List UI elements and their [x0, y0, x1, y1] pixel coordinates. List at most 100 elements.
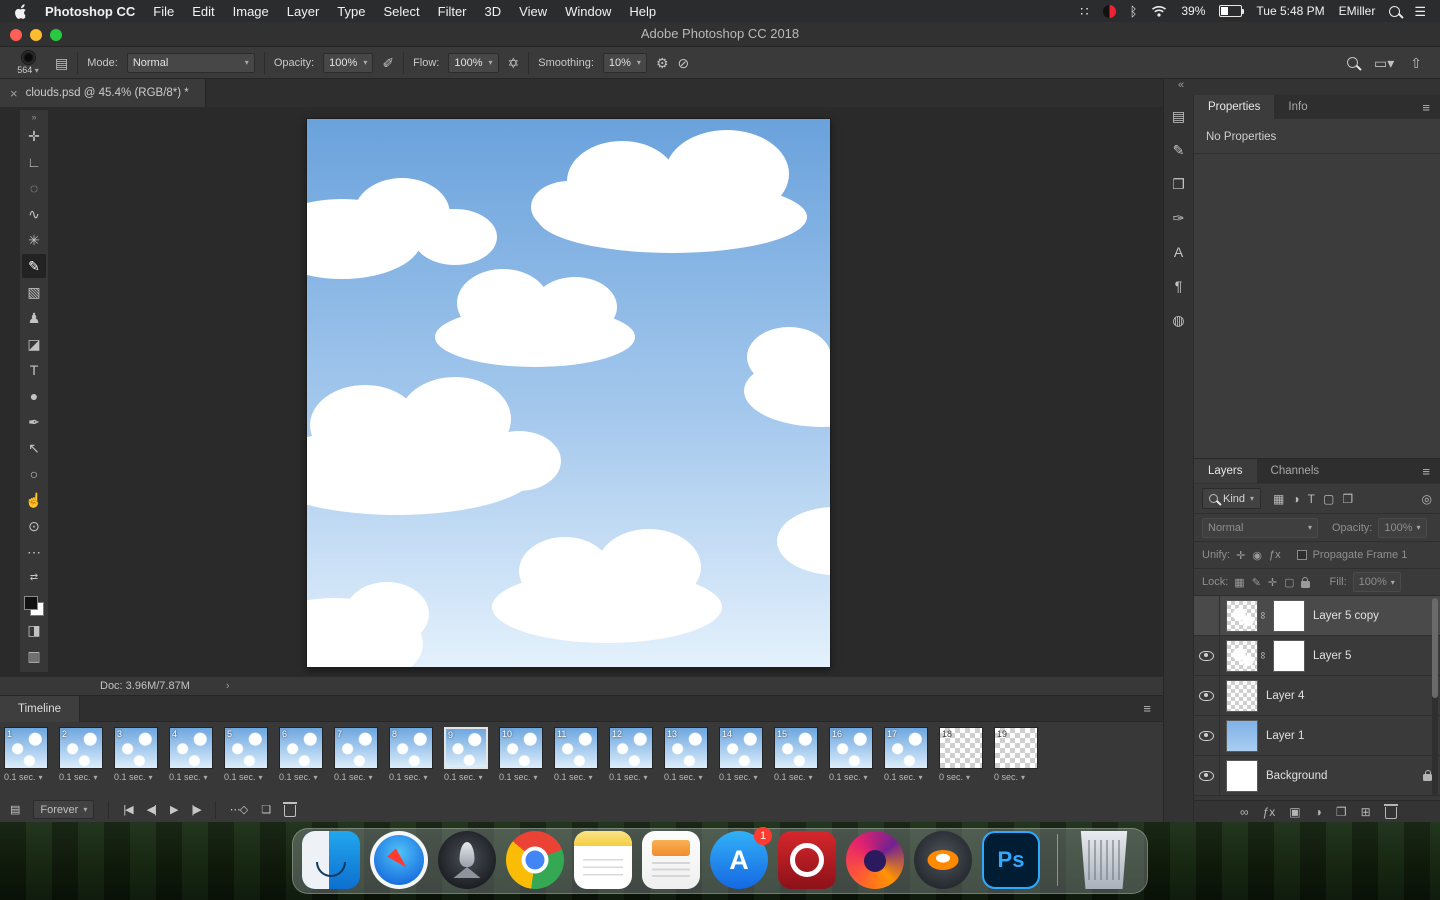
menu-layer[interactable]: Layer [287, 4, 320, 19]
lock-artboard-icon[interactable]: ▢ [1284, 576, 1294, 589]
lasso-tool-button[interactable]: ∿ [22, 202, 46, 226]
layers-scrollbar[interactable] [1432, 598, 1438, 796]
tab-properties[interactable]: Properties [1194, 95, 1275, 119]
propagate-frame-checkbox[interactable] [1296, 550, 1307, 560]
frame-duration-select[interactable]: 0.1 sec. ▾ [719, 772, 774, 782]
menu-3d[interactable]: 3D [485, 4, 502, 19]
frame-duration-select[interactable]: 0 sec. ▾ [939, 772, 994, 782]
share-icon[interactable]: ⇧ [1410, 56, 1422, 70]
eraser-tool-button[interactable]: ◪ [22, 332, 46, 356]
duplicate-frame-icon[interactable]: ❏ [261, 803, 271, 816]
new-layer-icon[interactable]: ⊞ [1361, 806, 1371, 818]
tab-channels[interactable]: Channels [1257, 459, 1334, 483]
adjustment-layer-icon[interactable]: ◑ [1315, 806, 1322, 818]
brush-preset-picker[interactable]: 564 ▾ [10, 50, 46, 75]
search-icon[interactable] [1347, 57, 1358, 68]
next-frame-button[interactable]: |▶ [191, 803, 201, 816]
layer-thumbnail[interactable] [1226, 759, 1258, 792]
layer-opacity-field[interactable]: 100% ▾ [1378, 517, 1427, 538]
lock-all-icon[interactable] [1300, 576, 1310, 588]
foreground-color-swatch[interactable] [24, 596, 38, 610]
layer-style-icon[interactable]: ƒx [1263, 806, 1276, 818]
timeline-frame[interactable]: 2 0.1 sec. ▾ [59, 727, 114, 782]
frame-duration-select[interactable]: 0.1 sec. ▾ [279, 772, 334, 782]
toggle-brush-panel-icon[interactable]: ▤ [55, 56, 68, 70]
menubar-user[interactable]: EMiller [1339, 4, 1376, 18]
flow-field[interactable]: 100% ▾ [448, 52, 499, 73]
color-swatches[interactable] [24, 596, 44, 616]
add-mask-icon[interactable]: ▣ [1289, 806, 1300, 818]
timeline-frame[interactable]: 5 0.1 sec. ▾ [224, 727, 279, 782]
brush-tool-button[interactable]: ✎ [22, 254, 46, 278]
frame-duration-select[interactable]: 0 sec. ▾ [994, 772, 1049, 782]
frame-duration-select[interactable]: 0.1 sec. ▾ [444, 772, 499, 782]
pen-tool-button[interactable]: ✒ [22, 410, 46, 434]
layer-row[interactable]: Layer 4 [1194, 676, 1440, 716]
first-frame-button[interactable]: |◀ [123, 803, 133, 816]
layer-thumbnail[interactable] [1226, 679, 1258, 712]
frame-duration-select[interactable]: 0.1 sec. ▾ [609, 772, 664, 782]
layer-mask-thumbnail[interactable] [1273, 639, 1305, 672]
convert-to-video-timeline-icon[interactable]: ▤ [10, 803, 20, 816]
scrollbar-thumb[interactable] [1432, 598, 1438, 698]
frame-duration-select[interactable]: 0.1 sec. ▾ [59, 772, 114, 782]
dock-creative-cloud[interactable] [778, 831, 836, 889]
timeline-frame[interactable]: 7 0.1 sec. ▾ [334, 727, 389, 782]
creative-cloud-status-icon[interactable] [1102, 4, 1116, 18]
close-document-icon[interactable]: × [10, 86, 18, 101]
layer-row[interactable]: Layer 1 [1194, 716, 1440, 756]
timeline-frame[interactable]: 18 0 sec. ▾ [939, 727, 994, 782]
filter-smart-objects-icon[interactable]: ❐ [1342, 492, 1353, 506]
timeline-frame[interactable]: 12 0.1 sec. ▾ [609, 727, 664, 782]
visibility-toggle[interactable] [1194, 596, 1220, 635]
character-panel-icon[interactable]: A [1174, 245, 1183, 259]
link-layers-icon[interactable]: ∞ [1240, 806, 1249, 818]
tween-frames-icon[interactable]: ⋯◇ [230, 803, 248, 816]
frame-duration-select[interactable]: 0.1 sec. ▾ [334, 772, 389, 782]
blend-mode-select[interactable]: Normal ▾ [126, 52, 255, 73]
opacity-field[interactable]: 100% ▾ [323, 52, 374, 73]
timeline-frame[interactable]: 14 0.1 sec. ▾ [719, 727, 774, 782]
frame-duration-select[interactable]: 0.1 sec. ▾ [224, 772, 279, 782]
frame-duration-select[interactable]: 0.1 sec. ▾ [4, 772, 59, 782]
wifi-icon[interactable] [1151, 5, 1167, 17]
delete-layer-icon[interactable] [1383, 804, 1398, 819]
dock-chrome[interactable] [506, 831, 564, 889]
type-tool-button[interactable]: T [22, 358, 46, 382]
properties-panel-menu-icon[interactable]: ≡ [1422, 95, 1440, 119]
status-chevron-icon[interactable]: › [226, 680, 230, 692]
document-size-info[interactable]: Doc: 3.96M/7.87M [100, 680, 190, 692]
libraries-panel-icon[interactable]: ◍ [1172, 313, 1184, 327]
blur-tool-button[interactable]: ● [22, 384, 46, 408]
layer-thumbnail[interactable] [1226, 599, 1258, 632]
move-tool-button[interactable]: ✛ [22, 124, 46, 148]
timeline-frame[interactable]: 11 0.1 sec. ▾ [554, 727, 609, 782]
fill-field[interactable]: 100% ▾ [1352, 572, 1401, 592]
brush-settings-panel-icon[interactable]: ✎ [1173, 143, 1185, 157]
timeline-frame[interactable]: 19 0 sec. ▾ [994, 727, 1049, 782]
timeline-frame[interactable]: 4 0.1 sec. ▾ [169, 727, 224, 782]
frame-duration-select[interactable]: 0.1 sec. ▾ [389, 772, 444, 782]
timeline-frame[interactable]: 10 0.1 sec. ▾ [499, 727, 554, 782]
frame-duration-select[interactable]: 0.1 sec. ▾ [774, 772, 829, 782]
crop-tool-button[interactable]: ∟ [22, 150, 46, 174]
layer-row[interactable]: ∞ Layer 5 [1194, 636, 1440, 676]
unify-position-icon[interactable]: ✛ [1236, 549, 1245, 562]
apple-icon[interactable] [14, 3, 27, 19]
more-tools-button[interactable]: ⋯ [22, 540, 46, 564]
lock-transparency-icon[interactable]: ▦ [1234, 576, 1244, 589]
layer-mask-thumbnail[interactable] [1273, 599, 1305, 632]
timeline-tab[interactable]: Timeline [0, 696, 81, 722]
gradient-tool-button[interactable]: ▧ [22, 280, 46, 304]
filter-shape-layers-icon[interactable]: ▢ [1323, 492, 1334, 506]
layers-panel-menu-icon[interactable]: ≡ [1422, 459, 1440, 483]
dock-launchpad[interactable] [438, 831, 496, 889]
spotlight-icon[interactable] [1389, 5, 1401, 17]
bluetooth-icon[interactable]: ᛒ [1130, 5, 1138, 18]
dock-blender[interactable] [914, 831, 972, 889]
screen-mode-button[interactable]: ▥ [22, 644, 46, 668]
tool-presets-panel-icon[interactable]: ✑ [1173, 211, 1185, 225]
timeline-frame[interactable]: 9 0.1 sec. ▾ [444, 727, 499, 782]
layer-blend-mode-select[interactable]: Normal ▾ [1202, 517, 1318, 538]
menu-help[interactable]: Help [629, 4, 656, 19]
